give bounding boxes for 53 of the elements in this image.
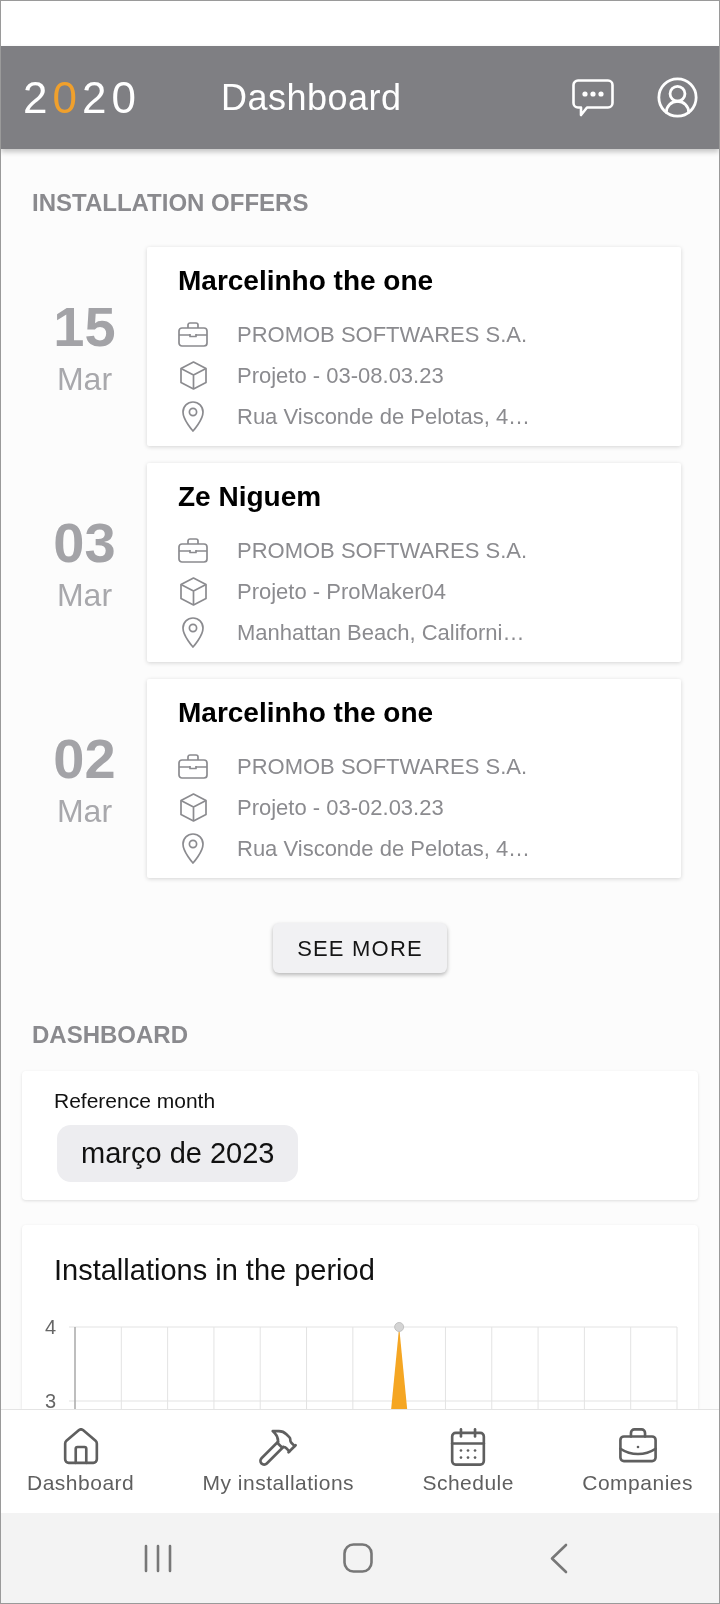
page-title: Dashboard — [220, 76, 402, 119]
nav-item[interactable]: Companies — [582, 1410, 693, 1495]
address-text: Rua Visconde de Pelotas, 4… — [237, 403, 531, 430]
address-text: Rua Visconde de Pelotas, 4… — [237, 835, 531, 862]
briefcase-icon — [178, 538, 208, 563]
house-icon — [61, 1428, 100, 1466]
company-name: PROMOB SOFTWARES S.A. — [237, 753, 528, 780]
offer-title: Marcelinho the one — [178, 697, 434, 729]
field-label: Reference month — [54, 1089, 216, 1113]
company-name: PROMOB SOFTWARES S.A. — [237, 537, 528, 564]
date-month: Mar — [56, 360, 113, 399]
month-selector[interactable]: março de 2023 — [57, 1125, 299, 1182]
cube-icon — [179, 793, 207, 822]
calendar-icon — [449, 1428, 488, 1466]
logo: 2020 — [23, 72, 141, 123]
offer-card[interactable]: Marcelinho the one PROMOB SOFTWARES S.A. Projeto - 03-02.03.23 Rua Visconde de Pelotas, 4… — [147, 679, 681, 878]
recent-apps-icon[interactable] — [144, 1543, 172, 1573]
project-name: Projeto - ProMaker04 — [237, 578, 447, 605]
hammer-icon — [259, 1428, 298, 1466]
chart-title: Installations in the period — [54, 1253, 375, 1287]
offer-title: Ze Niguem — [178, 481, 322, 513]
date-month: Mar — [56, 576, 113, 615]
section-heading: DASHBOARD — [32, 1022, 188, 1048]
pin-icon — [182, 401, 204, 432]
nav-item[interactable]: My installations — [202, 1410, 355, 1495]
project-name: Projeto - 03-02.03.23 — [237, 794, 444, 821]
offer-title: Marcelinho the one — [178, 265, 434, 297]
data-point — [394, 1322, 405, 1332]
date-day: 03 — [53, 515, 116, 571]
back-icon[interactable] — [550, 1542, 568, 1574]
chat-icon[interactable] — [572, 78, 614, 117]
section-heading: INSTALLATION OFFERS — [32, 190, 309, 216]
nav-item[interactable]: Dashboard — [27, 1410, 135, 1495]
briefcase-icon — [178, 322, 208, 347]
company-name: PROMOB SOFTWARES S.A. — [237, 321, 528, 348]
address-text: Manhattan Beach, Californi… — [237, 619, 525, 646]
offer-card[interactable]: Marcelinho the one PROMOB SOFTWARES S.A. Projeto - 03-08.03.23 Rua Visconde de Pelotas, 4… — [147, 247, 681, 446]
home-icon[interactable] — [343, 1543, 373, 1573]
date-day: 15 — [53, 299, 116, 355]
project-name: Projeto - 03-08.03.23 — [237, 362, 444, 389]
briefcase-icon — [178, 754, 208, 779]
pin-icon — [182, 617, 204, 648]
offer-card[interactable]: Ze Niguem PROMOB SOFTWARES S.A. Projeto - ProMaker04 Manhattan Beach, Californi… — [147, 463, 681, 662]
pin-icon — [182, 833, 204, 864]
cube-icon — [179, 577, 207, 606]
date-day: 02 — [53, 731, 116, 787]
cube-icon — [179, 361, 207, 390]
date-month: Mar — [56, 792, 113, 831]
profile-icon[interactable] — [657, 77, 698, 118]
axis-label: 3 — [44, 1390, 56, 1409]
nav-item[interactable]: Schedule — [422, 1410, 514, 1495]
see-more-button[interactable]: SEE MORE — [273, 923, 447, 973]
axis-label: 4 — [44, 1316, 56, 1338]
